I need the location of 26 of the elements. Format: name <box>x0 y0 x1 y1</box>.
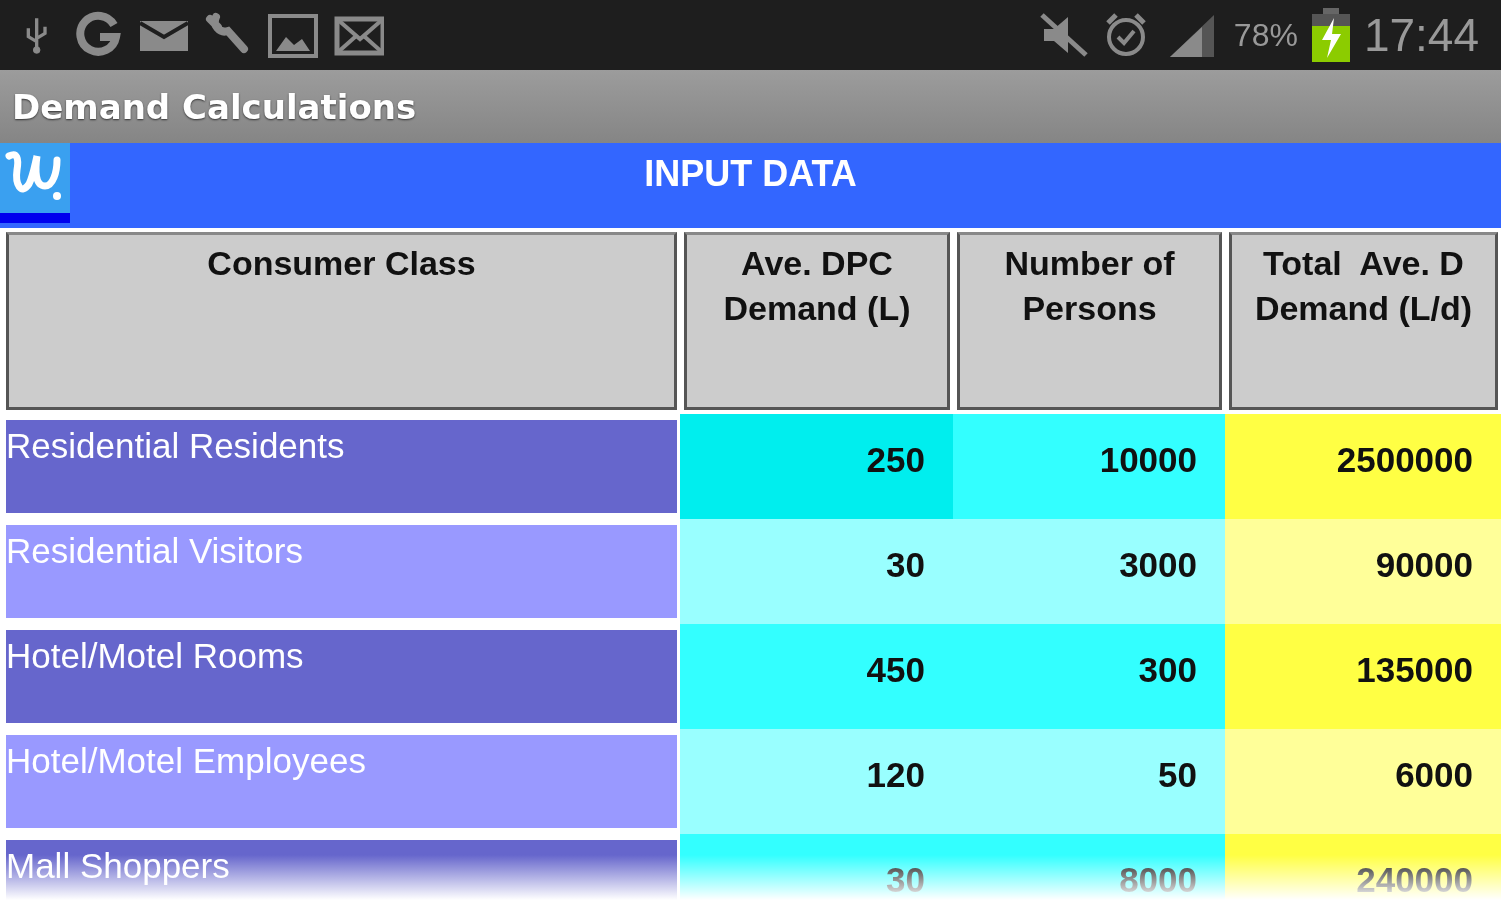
table-cell: 120 <box>680 729 953 834</box>
column-header: Ave. DPC Demand (L) <box>684 232 950 410</box>
table-cell: 30 <box>680 519 953 624</box>
table-cell: 135000 <box>1225 624 1501 729</box>
battery-percent: 78% <box>1233 16 1298 54</box>
table-cell: 3000 <box>953 519 1225 624</box>
table-cell: 90000 <box>1225 519 1501 624</box>
table-cell: 30 <box>680 834 953 900</box>
table-cell: 300 <box>953 624 1225 729</box>
clock-time: 17:44 <box>1363 8 1479 62</box>
app-title: Demand Calculations <box>12 86 417 127</box>
table-cell: 250 <box>680 414 953 519</box>
table-cell: 8000 <box>953 834 1225 900</box>
table-cell: 2500000 <box>1225 414 1501 519</box>
banner-title: INPUT DATA <box>644 153 858 195</box>
battery-charging-icon <box>1311 8 1350 62</box>
column-header: Consumer Class <box>6 232 677 410</box>
column-header: Number of Persons <box>957 232 1222 410</box>
google-g-icon <box>74 11 122 59</box>
table-cell: 450 <box>680 624 953 729</box>
table-cell: 240000 <box>1225 834 1501 900</box>
column-header: Total Ave. D Demand (L/d) <box>1229 232 1498 410</box>
table-cell: 50 <box>953 729 1225 834</box>
app-logo-icon <box>0 143 70 223</box>
table-cell: 6000 <box>1225 729 1501 834</box>
table-cell: 10000 <box>953 414 1225 519</box>
